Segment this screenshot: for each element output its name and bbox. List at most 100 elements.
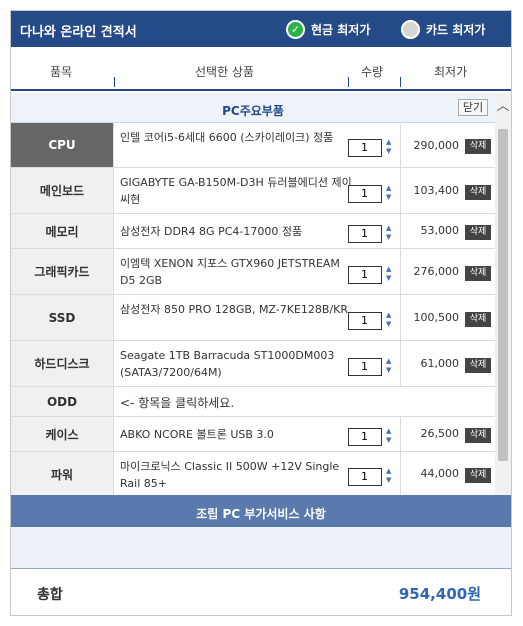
list-item[interactable]: 메인보드 GIGABYTE GA-B150M-D3H 듀러블에디션 제이씨현 1… [11,168,495,214]
quantity-input[interactable]: 1 [348,358,382,376]
delete-button[interactable]: 삭제 [465,225,491,240]
product-name: 삼성전자 850 PRO 128GB, MZ-7KE128B/KR [120,303,349,316]
quantity-stepper: 1 ▲ ▼ [348,295,400,340]
category-cell[interactable]: 하드디스크 [11,341,114,386]
category-cell[interactable]: 메인보드 [11,168,114,213]
service-header[interactable]: 조립 PC 부가서비스 사항 [11,495,511,527]
radio-unchecked-icon[interactable] [401,19,420,39]
product-name: 삼성전자 DDR4 8G PC4-17000 정품 [120,225,303,238]
column-divider [348,77,349,87]
category-cell[interactable]: SSD [11,295,114,340]
arrow-down-icon[interactable]: ▼ [386,321,391,328]
arrow-up-icon[interactable]: ▲ [386,312,391,319]
product-name: ABKO NCORE 볼트론 USB 3.0 [120,428,274,441]
close-button[interactable]: 닫기 [458,99,488,116]
list-item[interactable]: CPU 인텔 코어i5-6세대 6600 (스카이레이크) 정품 1 ▲ ▼ 29… [11,123,495,168]
list-item[interactable]: 하드디스크 Seagate 1TB Barracuda ST1000DM003 … [11,341,495,387]
arrow-up-icon[interactable]: ▲ [386,266,391,273]
list-item[interactable]: 메모리 삼성전자 DDR4 8G PC4-17000 정품 1 ▲ ▼ 53,00… [11,214,495,249]
arrow-down-icon[interactable]: ▼ [386,437,391,444]
quantity-input[interactable]: 1 [348,428,382,446]
column-qty: 수량 [361,65,384,79]
spin-buttons[interactable]: ▲ ▼ [386,468,395,484]
delete-button[interactable]: 삭제 [465,266,491,281]
delete-button[interactable]: 삭제 [465,468,491,483]
quantity-input[interactable]: 1 [348,139,382,157]
list-item[interactable]: 케이스 ABKO NCORE 볼트론 USB 3.0 1 ▲ ▼ 26,500 삭… [11,417,495,452]
price-value: 103,400 [413,184,460,197]
column-category: 품목 [50,65,73,79]
service-title: 조립 PC 부가서비스 사항 [196,507,326,521]
spin-buttons[interactable]: ▲ ▼ [386,312,395,328]
category-cell[interactable]: 케이스 [11,417,114,451]
total-row: 총합 954,400원 [11,569,511,615]
radio-checked-icon[interactable]: ✓ [286,19,305,39]
list-item[interactable]: SSD 삼성전자 850 PRO 128GB, MZ-7KE128B/KR 1 … [11,295,495,341]
cash-lowest-price-label: 현금 최저가 [311,22,371,37]
total-label: 총합 [37,587,63,603]
category-cell[interactable]: 메모리 [11,214,114,248]
service-content [11,527,511,569]
spin-buttons[interactable]: ▲ ▼ [386,358,395,374]
section-title: PC주요부품 [222,104,284,118]
category-cell[interactable]: 파워 [11,452,114,495]
column-divider [400,77,401,87]
spin-buttons[interactable]: ▲ ▼ [386,428,395,444]
quantity-input[interactable]: 1 [348,266,382,284]
product-name: 인텔 코어i5-6세대 6600 (스카이레이크) 정품 [120,131,334,144]
delete-button[interactable]: 삭제 [465,139,491,154]
arrow-down-icon[interactable]: ▼ [386,367,391,374]
category-cell[interactable]: ODD [11,387,114,416]
chevron-up-icon[interactable]: ︿ [495,93,511,121]
card-lowest-price-label: 카드 최저가 [426,22,486,37]
list-item[interactable]: 그래픽카드 이엠텍 XENON 지포스 GTX960 JETSTREAM D5 … [11,249,495,295]
spin-buttons[interactable]: ▲ ▼ [386,225,395,241]
arrow-up-icon[interactable]: ▲ [386,225,391,232]
quantity-input[interactable]: 1 [348,185,382,203]
quantity-stepper: 1 ▲ ▼ [348,249,400,294]
delete-button[interactable]: 삭제 [465,428,491,443]
column-header: 품목 선택한 상품 수량 최저가 [11,47,511,91]
delete-button[interactable]: 삭제 [465,358,491,373]
quantity-input[interactable]: 1 [348,225,382,243]
scroll-thumb[interactable] [498,129,508,461]
delete-button[interactable]: 삭제 [465,312,491,327]
spin-buttons[interactable]: ▲ ▼ [386,185,395,201]
delete-button[interactable]: 삭제 [465,185,491,200]
list-item[interactable]: 파워 마이크로닉스 Classic II 500W +12V Single Ra… [11,452,495,495]
arrow-down-icon[interactable]: ▼ [386,275,391,282]
category-cell[interactable]: 그래픽카드 [11,249,114,294]
quantity-stepper: 1 ▲ ▼ [348,168,400,213]
quantity-stepper: 1 ▲ ▼ [348,123,400,167]
quantity-stepper: 1 ▲ ▼ [348,341,400,386]
quantity-input[interactable]: 1 [348,468,382,486]
quantity-input[interactable]: 1 [348,312,382,330]
arrow-up-icon[interactable]: ▲ [386,428,391,435]
list-item[interactable]: ODD <- 항목을 클릭하세요. [11,387,495,417]
arrow-down-icon[interactable]: ▼ [386,477,391,484]
cash-lowest-price-option[interactable]: ✓ 현금 최저가 [286,19,370,39]
select-hint: <- 항목을 클릭하세요. [120,396,235,410]
parts-list: CPU 인텔 코어i5-6세대 6600 (스카이레이크) 정품 1 ▲ ▼ 29… [11,123,495,495]
arrow-up-icon[interactable]: ▲ [386,185,391,192]
arrow-up-icon[interactable]: ▲ [386,468,391,475]
price-value: 100,500 [413,311,460,324]
arrow-up-icon[interactable]: ▲ [386,358,391,365]
arrow-down-icon[interactable]: ▼ [386,194,391,201]
arrow-down-icon[interactable]: ▼ [386,234,391,241]
category-cell[interactable]: CPU [11,123,114,167]
product-name: 이엠텍 XENON 지포스 GTX960 JETSTREAM D5 2GB [120,257,340,287]
spin-buttons[interactable]: ▲ ▼ [386,266,395,282]
price-value: 61,000 [420,357,460,370]
card-lowest-price-option[interactable]: 카드 최저가 [401,19,485,39]
price-value: 53,000 [420,224,460,237]
arrow-up-icon[interactable]: ▲ [386,139,391,146]
arrow-down-icon[interactable]: ▼ [386,148,391,155]
section-header: PC주요부품 닫기 [11,93,495,123]
spin-buttons[interactable]: ▲ ▼ [386,139,395,155]
price-value: 276,000 [413,265,460,278]
total-value: 954,400원 [398,585,481,603]
header-bar: 다나와 온라인 견적서 ✓ 현금 최저가 카드 최저가 [11,11,511,47]
column-price: 최저가 [434,65,468,79]
vertical-scrollbar[interactable]: ︿ [495,93,511,495]
